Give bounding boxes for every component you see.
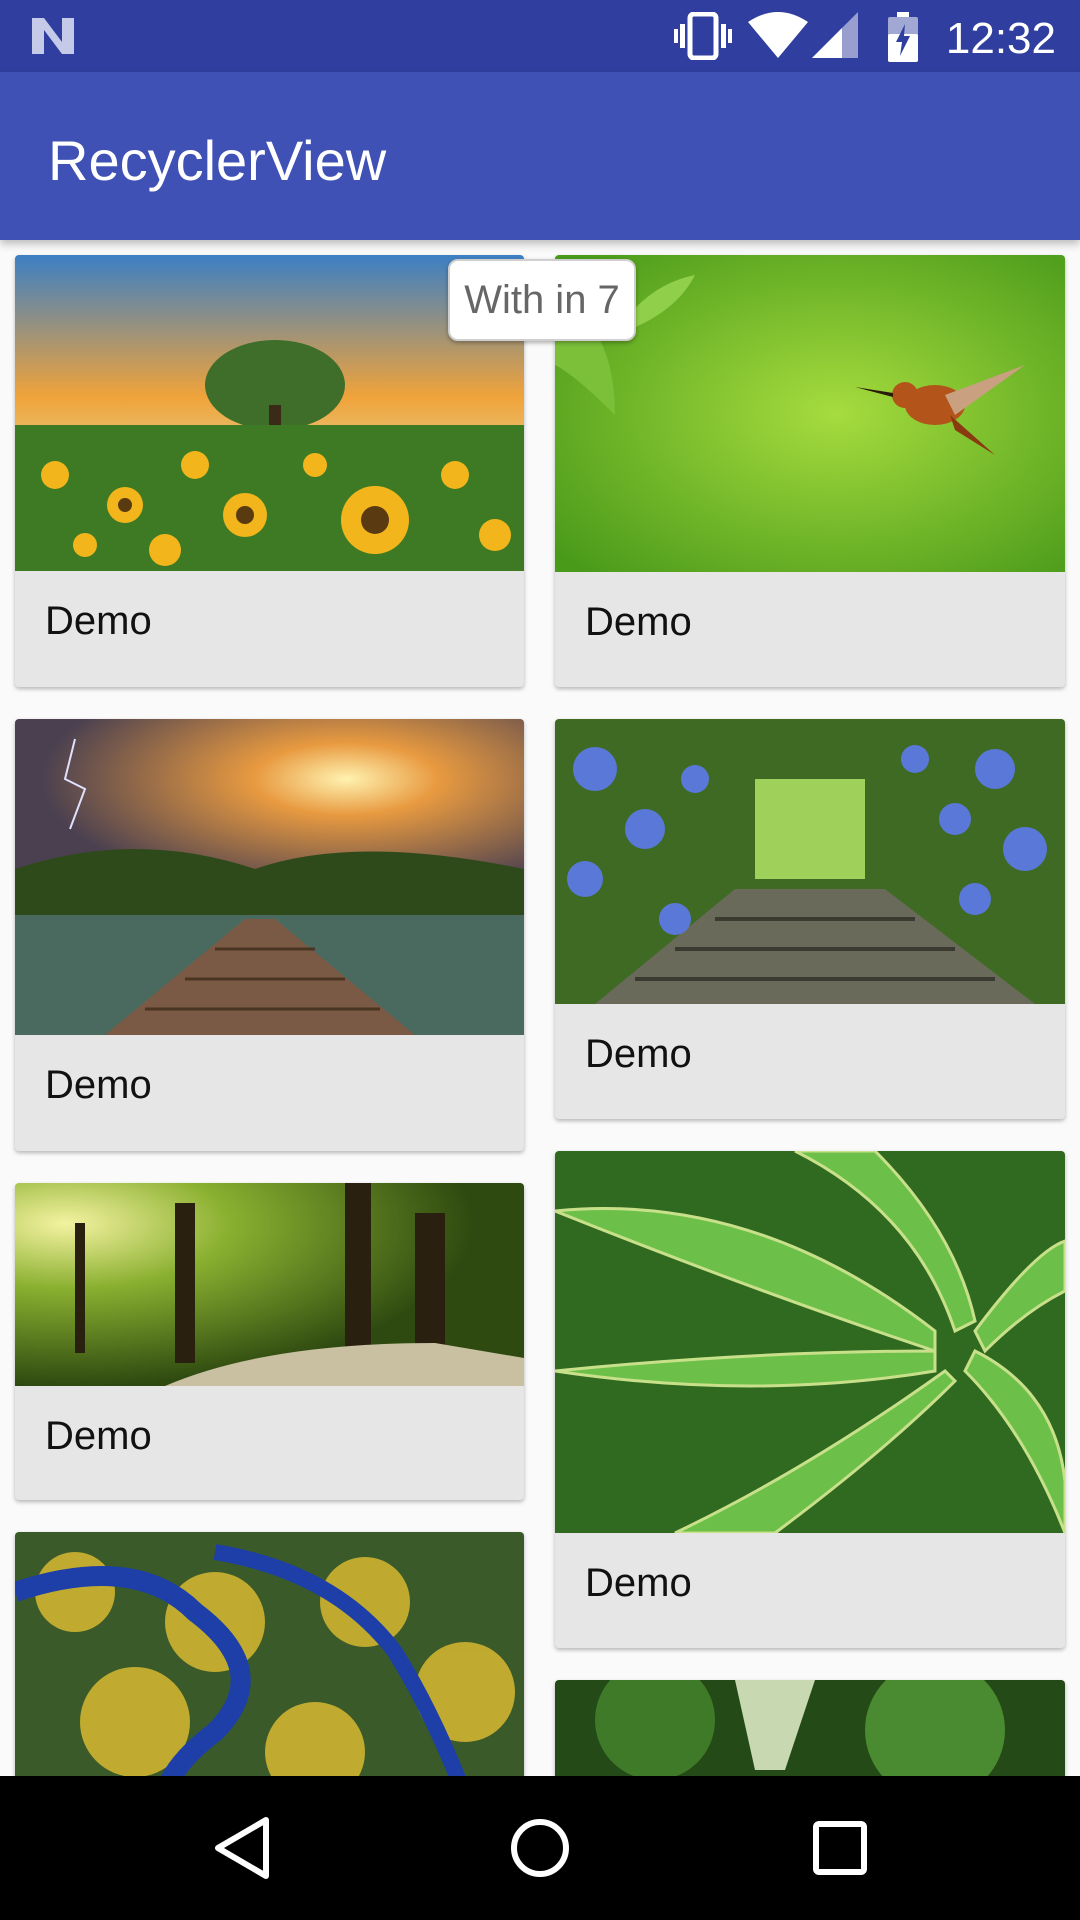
card-image <box>15 1183 524 1386</box>
card-label: Demo <box>45 1414 152 1458</box>
recents-icon[interactable] <box>800 1808 880 1888</box>
card-label: Demo <box>45 1063 152 1107</box>
card-image <box>15 719 524 1035</box>
vibrate-icon <box>674 12 732 60</box>
card-label: Demo <box>585 600 692 644</box>
card-image <box>555 1680 1065 1776</box>
back-icon[interactable] <box>200 1808 280 1888</box>
home-icon[interactable] <box>500 1808 580 1888</box>
card-item[interactable] <box>15 1532 524 1776</box>
card-image <box>15 1532 524 1776</box>
card-label: Demo <box>45 599 152 643</box>
wifi-icon <box>748 12 808 58</box>
card-item[interactable] <box>555 1680 1065 1776</box>
battery-charging-icon <box>888 12 918 62</box>
card-image <box>555 719 1065 1004</box>
card-label: Demo <box>585 1032 692 1076</box>
card-item[interactable]: Demo <box>555 719 1065 1119</box>
card-item[interactable]: Demo <box>15 1183 524 1500</box>
card-image <box>555 1151 1065 1533</box>
toast-message: With in 7 <box>448 259 636 341</box>
app-bar: RecyclerView <box>0 72 1080 240</box>
card-item[interactable]: Demo <box>555 1151 1065 1648</box>
notification-n-icon <box>32 18 74 54</box>
recycler-view[interactable]: Demo Demo Demo Demo Demo Demo <box>0 240 1080 1776</box>
status-bar: 12:32 <box>0 0 1080 72</box>
card-item[interactable]: Demo <box>15 719 524 1151</box>
signal-icon <box>812 12 858 58</box>
card-label: Demo <box>585 1561 692 1605</box>
navigation-bar <box>0 1776 1080 1920</box>
page-title: RecyclerView <box>48 129 387 192</box>
clock-text: 12:32 <box>945 14 1056 63</box>
